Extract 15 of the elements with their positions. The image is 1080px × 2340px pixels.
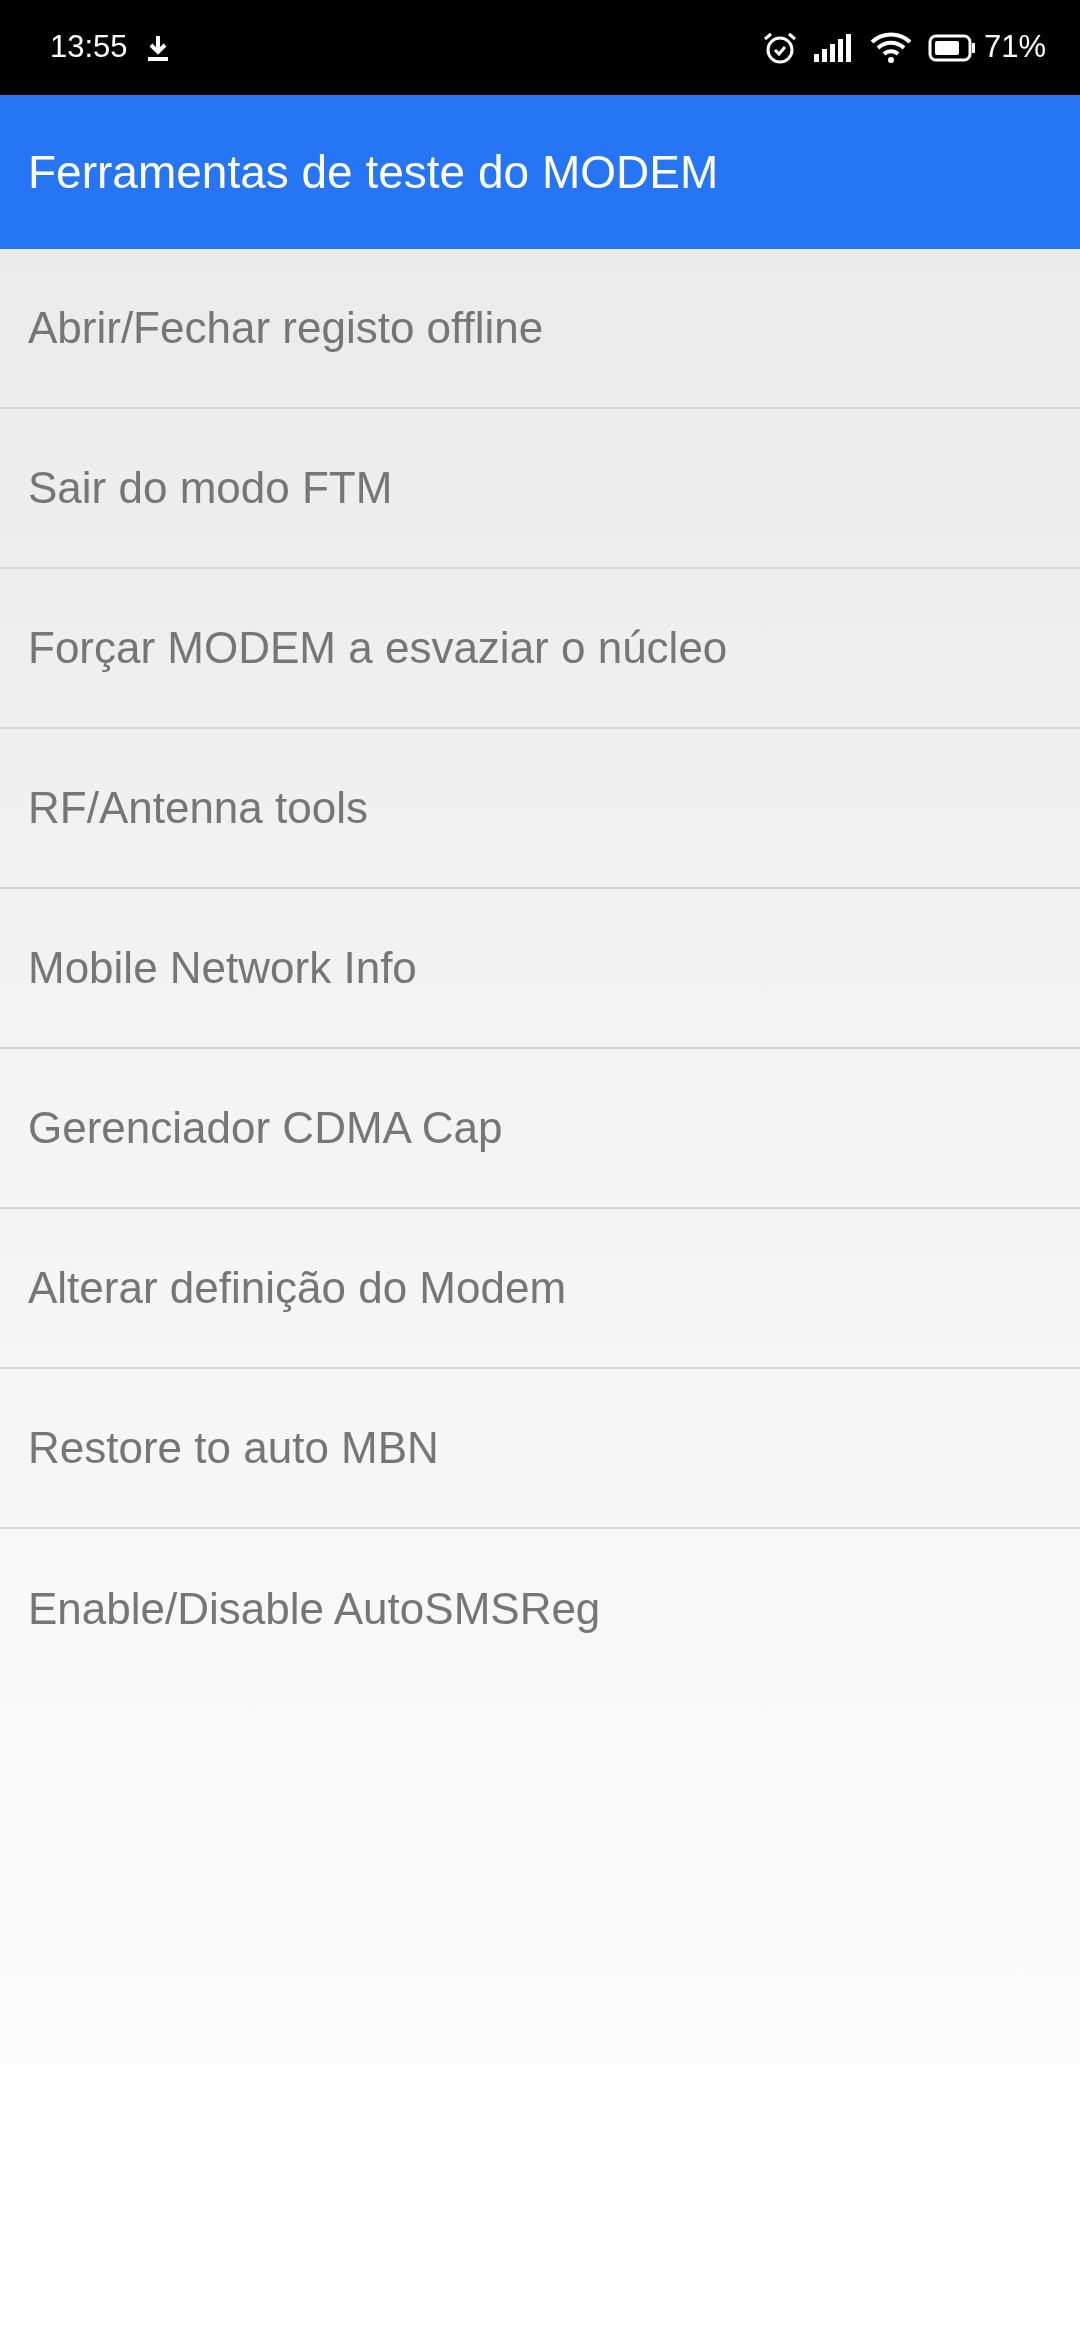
menu-item[interactable]: Sair do modo FTM — [0, 409, 1080, 569]
menu-item[interactable]: Forçar MODEM a esvaziar o núcleo — [0, 569, 1080, 729]
menu-item[interactable]: Enable/Disable AutoSMSReg — [0, 1529, 1080, 1689]
menu-item[interactable]: Abrir/Fechar registo offline — [0, 249, 1080, 409]
menu-item[interactable]: Restore to auto MBN — [0, 1369, 1080, 1529]
battery-icon — [927, 33, 976, 62]
app-bar-title: Ferramentas de teste do MODEM — [28, 144, 719, 200]
wifi-icon — [869, 31, 912, 64]
battery-percentage: 71% — [983, 28, 1046, 67]
menu-item[interactable]: RF/Antenna tools — [0, 729, 1080, 889]
menu-item[interactable]: Gerenciador CDMA Cap — [0, 1049, 1080, 1209]
status-time: 13:55 — [50, 28, 128, 67]
menu-item[interactable]: Mobile Network Info — [0, 889, 1080, 1049]
menu-item[interactable]: Alterar definição do Modem — [0, 1209, 1080, 1369]
signal-icon — [813, 33, 854, 62]
